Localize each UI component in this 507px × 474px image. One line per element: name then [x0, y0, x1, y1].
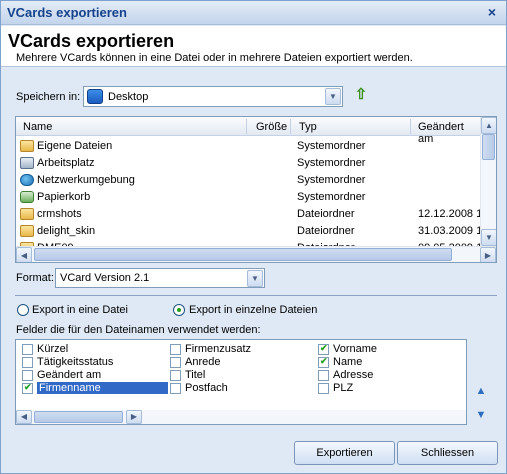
close-button[interactable]: Schliessen: [397, 441, 498, 465]
field-label: Adresse: [333, 369, 374, 381]
file-name: Eigene Dateien: [37, 140, 113, 152]
export-vcards-dialog: VCards exportieren × VCards exportieren …: [0, 0, 507, 474]
field-checkbox[interactable]: [318, 343, 329, 355]
table-row[interactable]: Eigene Dateien Systemordner: [16, 138, 481, 155]
radio-export-single[interactable]: [17, 304, 29, 316]
move-down-icon[interactable]: ▼: [474, 409, 488, 421]
field-label: Anrede: [185, 356, 221, 368]
scroll-right-icon[interactable]: ▶: [480, 247, 496, 262]
table-row[interactable]: Arbeitsplatz Systemordner: [16, 155, 481, 172]
file-modified: 12.12.2008 1: [418, 208, 483, 220]
move-up-icon[interactable]: ▲: [474, 385, 488, 397]
file-type: Systemordner: [297, 191, 366, 203]
horizontal-scrollbar[interactable]: ◀ ▶: [16, 246, 496, 262]
folder-up-icon[interactable]: ⇧: [351, 86, 371, 106]
radio-export-single-label[interactable]: Export in eine Datei: [32, 304, 128, 316]
file-name: crmshots: [37, 208, 82, 220]
field-checkbox[interactable]: [22, 357, 33, 368]
file-type: Dateiordner: [297, 225, 355, 237]
file-name: Netzwerkumgebung: [37, 174, 135, 186]
field-label: Tätigkeitsstatus: [37, 356, 114, 368]
scroll-down-icon[interactable]: ▼: [481, 229, 496, 246]
fields-label: Felder die für den Dateinamen verwendet …: [16, 324, 261, 336]
field-label: Geändert am: [37, 369, 102, 381]
radio-export-multiple[interactable]: [173, 304, 185, 316]
file-modified: 31.03.2009 1: [418, 225, 483, 237]
save-in-value: Desktop: [108, 91, 149, 103]
folder-icon: [20, 208, 34, 220]
export-button-label: Exportieren: [316, 447, 373, 459]
scroll-up-icon[interactable]: ▲: [481, 117, 496, 134]
vertical-scrollbar[interactable]: ▲ ▼: [480, 117, 496, 246]
table-row[interactable]: crmshots Dateiordner 12.12.2008 1: [16, 206, 483, 223]
folder-icon: [20, 140, 34, 152]
close-button-label: Schliessen: [420, 447, 475, 459]
field-label: Postfach: [185, 382, 228, 394]
chevron-down-icon[interactable]: ▼: [247, 270, 263, 287]
field-checkbox[interactable]: [318, 356, 329, 368]
column-header-name[interactable]: Name: [23, 121, 52, 133]
format-value: VCard Version 2.1: [60, 272, 150, 284]
field-checkbox[interactable]: [170, 370, 181, 381]
folder-icon: [20, 225, 34, 237]
bin-icon: [20, 191, 34, 203]
format-label: Format:: [16, 272, 54, 284]
file-type: Systemordner: [297, 157, 366, 169]
scroll-thumb[interactable]: [34, 248, 452, 261]
field-checkbox[interactable]: [170, 383, 181, 394]
field-label: Firmenname: [37, 382, 168, 394]
file-name: Arbeitsplatz: [37, 157, 95, 169]
field-checkbox[interactable]: [22, 382, 33, 394]
file-type: Systemordner: [297, 140, 366, 152]
field-checkbox[interactable]: [170, 357, 181, 368]
field-label: Titel: [185, 369, 206, 381]
file-name: delight_skin: [37, 225, 96, 237]
field-checkbox[interactable]: [170, 344, 181, 355]
page-subtitle: Mehrere VCards können in eine Datei oder…: [16, 52, 413, 64]
file-list[interactable]: Name Größe Typ Geändert am Eigene Dateie…: [15, 116, 497, 263]
field-label: Name: [333, 356, 363, 368]
scroll-thumb[interactable]: [482, 134, 495, 160]
dialog-header: VCards exportieren Mehrere VCards können…: [1, 26, 506, 67]
divider: [15, 295, 497, 296]
file-type: Systemordner: [297, 174, 366, 186]
format-select[interactable]: VCard Version 2.1 ▼: [55, 268, 265, 288]
net-icon: [20, 174, 34, 186]
horizontal-scrollbar[interactable]: ◀ ▶: [16, 410, 466, 424]
window-title: VCards exportieren: [7, 5, 127, 20]
close-icon[interactable]: ×: [484, 4, 500, 20]
chevron-down-icon[interactable]: ▼: [325, 88, 341, 105]
desktop-icon: [87, 89, 103, 104]
radio-export-multiple-label[interactable]: Export in einzelne Dateien: [189, 304, 317, 316]
field-label: Kürzel: [37, 343, 69, 355]
save-in-select[interactable]: Desktop ▼: [83, 86, 343, 107]
scroll-thumb[interactable]: [34, 411, 123, 423]
scroll-left-icon[interactable]: ◀: [16, 247, 32, 262]
field-checkbox[interactable]: [22, 344, 33, 355]
scroll-left-icon[interactable]: ◀: [16, 410, 32, 424]
scroll-right-icon[interactable]: ▶: [126, 410, 142, 424]
field-checkbox[interactable]: [318, 383, 329, 394]
field-label: Vorname: [333, 343, 378, 355]
table-row[interactable]: Papierkorb Systemordner: [16, 189, 481, 206]
pc-icon: [20, 157, 34, 169]
export-button[interactable]: Exportieren: [294, 441, 395, 465]
file-type: Dateiordner: [297, 208, 355, 220]
file-list-header: Name Größe Typ Geändert am: [16, 117, 481, 145]
field-label: PLZ: [333, 382, 354, 394]
save-in-label: Speichern in:: [16, 91, 81, 103]
column-header-size[interactable]: Größe: [256, 121, 287, 133]
field-checkbox[interactable]: [318, 370, 329, 381]
table-row[interactable]: delight_skin Dateiordner 31.03.2009 1: [16, 223, 483, 240]
table-row[interactable]: Netzwerkumgebung Systemordner: [16, 172, 481, 189]
fields-list[interactable]: KürzelTätigkeitsstatusGeändert amFirmenn…: [15, 339, 467, 425]
field-checkbox[interactable]: [22, 370, 33, 381]
title-bar: VCards exportieren ×: [1, 1, 506, 25]
field-label: Firmenzusatz: [185, 343, 252, 355]
file-name: Papierkorb: [37, 191, 91, 203]
page-title: VCards exportieren: [8, 31, 175, 51]
column-header-type[interactable]: Typ: [299, 121, 317, 133]
